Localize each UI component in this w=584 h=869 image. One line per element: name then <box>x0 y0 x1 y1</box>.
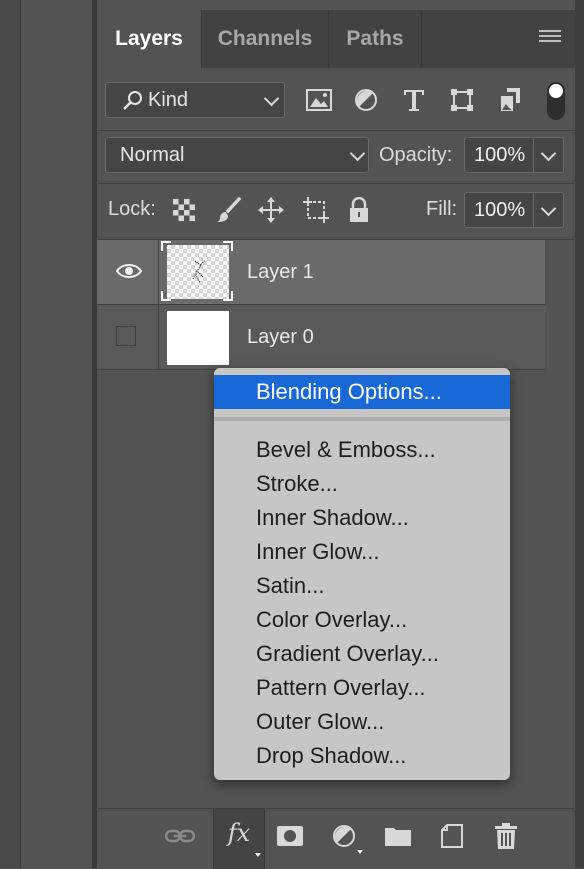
image-filter-icon[interactable] <box>304 85 334 115</box>
shape-filter-icon[interactable] <box>447 85 477 115</box>
layer-style-context-menu: Blending Options... Bevel & Emboss... St… <box>214 368 510 780</box>
menu-item-pattern-overlay[interactable]: Pattern Overlay... <box>214 671 510 705</box>
dropdown-indicator <box>255 853 261 857</box>
tab-layers[interactable]: Layers <box>97 10 201 68</box>
new-adjustment-layer-icon[interactable] <box>327 819 363 854</box>
chevron-down-icon <box>349 145 366 162</box>
layer-thumbnail[interactable] <box>167 245 229 299</box>
chevron-down-icon <box>263 90 280 107</box>
canvas-gutter <box>21 0 91 868</box>
blend-mode-dropdown[interactable]: Normal <box>105 137 369 173</box>
lock-label: Lock: <box>108 198 156 220</box>
delete-layer-icon[interactable] <box>489 819 523 853</box>
blend-mode-value: Normal <box>120 144 185 166</box>
smart-object-filter-icon[interactable] <box>495 85 525 115</box>
menu-item-outer-glow[interactable]: Outer Glow... <box>214 705 510 739</box>
fill-dropdown-button[interactable] <box>534 192 564 228</box>
menu-item-inner-shadow[interactable]: Inner Shadow... <box>214 501 510 535</box>
menu-item-drop-shadow[interactable]: Drop Shadow... <box>214 739 510 773</box>
menu-item-bevel-emboss[interactable]: Bevel & Emboss... <box>214 433 510 467</box>
new-group-icon[interactable] <box>381 819 415 853</box>
chevron-down-icon <box>540 200 557 217</box>
tab-channels[interactable]: Channels <box>202 10 328 68</box>
adjustment-filter-icon[interactable] <box>351 85 381 115</box>
lock-all-icon[interactable] <box>345 196 373 224</box>
filter-row: Kind <box>97 68 575 130</box>
tab-divider <box>421 10 422 68</box>
fill-input[interactable]: 100% <box>464 192 534 228</box>
visibility-cell[interactable] <box>97 240 159 304</box>
eye-icon[interactable] <box>115 262 143 285</box>
lock-transparent-pixels-icon[interactable] <box>170 196 198 224</box>
menu-item-stroke[interactable]: Stroke... <box>214 467 510 501</box>
visibility-off-box[interactable] <box>116 326 136 346</box>
lock-row: Lock: Fill: 100% <box>97 184 575 238</box>
search-icon <box>122 90 144 118</box>
left-edge-strip <box>0 0 21 868</box>
blend-row: Normal Opacity: 100% <box>97 131 575 183</box>
layer-name: Layer 1 <box>247 261 314 283</box>
fill-label: Fill: <box>426 198 458 220</box>
lock-position-icon[interactable] <box>257 196 285 224</box>
layer-content-sketch <box>192 259 206 284</box>
panel-menu-icon[interactable] <box>539 30 561 46</box>
filter-toggle[interactable] <box>547 82 565 120</box>
filter-kind-label: Kind <box>148 89 189 111</box>
layer-name: Layer 0 <box>247 326 314 348</box>
dropdown-indicator <box>357 850 363 854</box>
add-mask-icon[interactable] <box>273 819 307 853</box>
right-edge-strip <box>575 0 584 868</box>
chevron-down-icon <box>540 145 557 162</box>
opacity-dropdown-button[interactable] <box>534 137 564 173</box>
menu-item-gradient-overlay[interactable]: Gradient Overlay... <box>214 637 510 671</box>
layer-thumbnail[interactable] <box>167 311 229 365</box>
menu-item-blending-options[interactable]: Blending Options... <box>214 375 510 409</box>
filter-kind-dropdown[interactable]: Kind <box>105 82 285 118</box>
visibility-cell[interactable] <box>97 305 159 369</box>
layer-row[interactable]: Layer 1 <box>97 240 545 304</box>
menu-item-inner-glow[interactable]: Inner Glow... <box>214 535 510 569</box>
menu-item-color-overlay[interactable]: Color Overlay... <box>214 603 510 637</box>
new-layer-icon[interactable] <box>435 819 469 853</box>
type-filter-icon[interactable] <box>399 85 429 115</box>
menu-item-satin[interactable]: Satin... <box>214 569 510 603</box>
menu-separator <box>214 417 510 421</box>
add-layer-style-button[interactable]: fx <box>213 809 265 869</box>
opacity-label: Opacity: <box>379 144 453 166</box>
lock-artboard-icon[interactable] <box>302 196 330 224</box>
tab-paths[interactable]: Paths <box>329 10 421 68</box>
link-layers-icon[interactable] <box>163 819 197 853</box>
add-layer-style-icon: fx <box>227 819 251 847</box>
lock-image-pixels-icon[interactable] <box>215 196 243 224</box>
layer-row[interactable]: Layer 0 <box>97 305 545 369</box>
layers-bottom-bar: fx <box>97 808 575 869</box>
opacity-input[interactable]: 100% <box>464 137 534 173</box>
panel-tab-bar: Layers Channels Paths <box>97 10 575 68</box>
